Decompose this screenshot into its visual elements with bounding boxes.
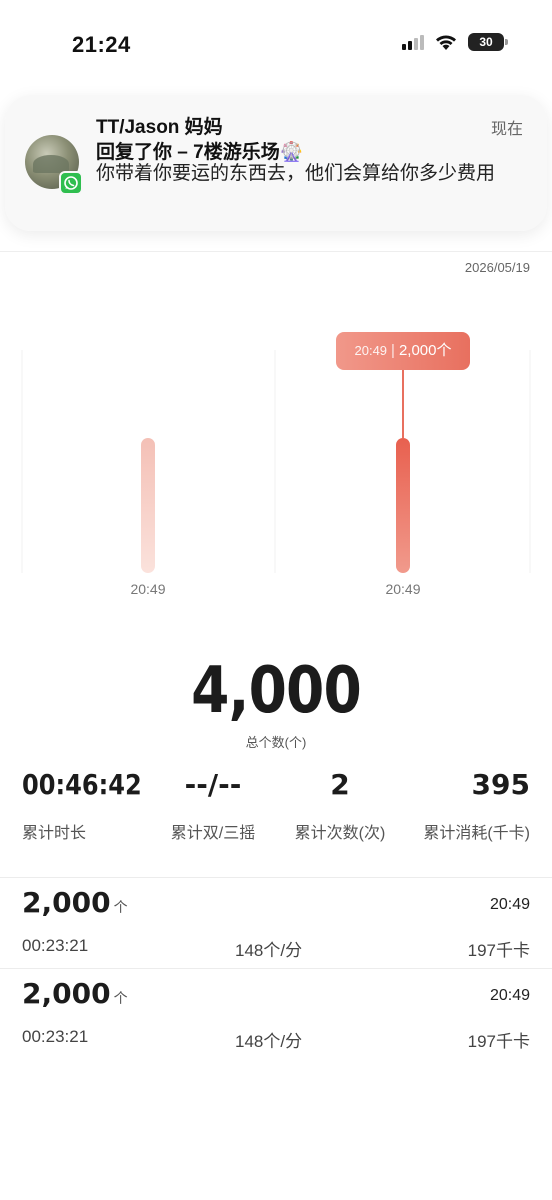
record-time: 20:49	[489, 896, 530, 913]
whatsapp-icon	[59, 171, 83, 195]
x-tick-label: 20:49	[130, 581, 166, 597]
stat-label: 累计双/三摇	[170, 825, 256, 842]
chart-bar[interactable]	[141, 438, 155, 573]
stat-duration: 00:46:42 累计时长	[22, 768, 161, 843]
record-count-unit: 个	[113, 991, 128, 1007]
notification-time: 现在	[490, 121, 523, 138]
notification-subtitle: 回复了你 – 7楼游乐场🎡	[96, 142, 304, 163]
notification-banner[interactable]: TT/Jason 妈妈 现在 回复了你 – 7楼游乐场🎡 你带着你要运的东西去，…	[5, 95, 547, 231]
stat-value: 00:46:42	[22, 768, 142, 801]
record-count-unit: 个	[113, 900, 128, 916]
record-count: 2,000 个	[22, 977, 128, 1010]
record-duration: 00:23:21	[22, 936, 89, 955]
date-label: 2026/05/19	[464, 260, 530, 275]
notification-sender: TT/Jason 妈妈	[96, 117, 223, 138]
record-duration: 00:23:21	[22, 1027, 89, 1046]
record-count: 2,000 个	[22, 886, 128, 919]
record-calories: 197千卡	[467, 941, 530, 960]
wifi-icon	[436, 35, 456, 50]
record-rate: 148个/分	[235, 941, 303, 960]
chart-bar[interactable]	[396, 438, 410, 573]
record-calories: 197千卡	[467, 1032, 530, 1051]
tooltip-time: 20:49	[354, 343, 388, 358]
stat-double-triple: --/-- 累计双/三摇	[167, 768, 259, 843]
stat-calories: 395 累计消耗(千卡)	[423, 768, 530, 843]
total-count: 4,000	[191, 654, 362, 728]
stat-label: 累计次数(次)	[294, 825, 386, 842]
stat-value: --/--	[184, 768, 242, 801]
stat-value: 2	[330, 768, 350, 801]
total-count-label: 总个数(个)	[245, 735, 307, 750]
stat-label: 累计消耗(千卡)	[423, 825, 530, 842]
record-count-value: 2,000	[22, 886, 111, 919]
cellular-signal-icon	[402, 34, 424, 50]
stat-sessions: 2 累计次数(次)	[290, 768, 390, 843]
battery-icon: 30	[468, 33, 508, 51]
record-count-value: 2,000	[22, 977, 111, 1010]
record-rate: 148个/分	[235, 1032, 303, 1051]
record-time: 20:49	[489, 987, 530, 1004]
stat-value: 395	[471, 768, 530, 801]
notification-message: 你带着你要运的东西去，他们会算给你多少费用	[96, 163, 496, 184]
status-time: 21:24	[72, 32, 131, 57]
record-row[interactable]: 2,000 个 20:49 00:23:21 148个/分 197千卡	[0, 878, 552, 968]
x-tick-label: 20:49	[385, 581, 421, 597]
record-row[interactable]: 2,000 个 20:49 00:23:21 148个/分 197千卡	[0, 969, 552, 1059]
chart-tooltip: 20:49 | 2,000个	[336, 332, 470, 370]
status-bar: 21:24 30	[0, 0, 552, 80]
tooltip-value: 2,000个	[398, 342, 452, 359]
stat-label: 累计时长	[22, 825, 87, 842]
tooltip-separator: |	[391, 342, 395, 359]
status-icons: 30	[402, 33, 508, 51]
